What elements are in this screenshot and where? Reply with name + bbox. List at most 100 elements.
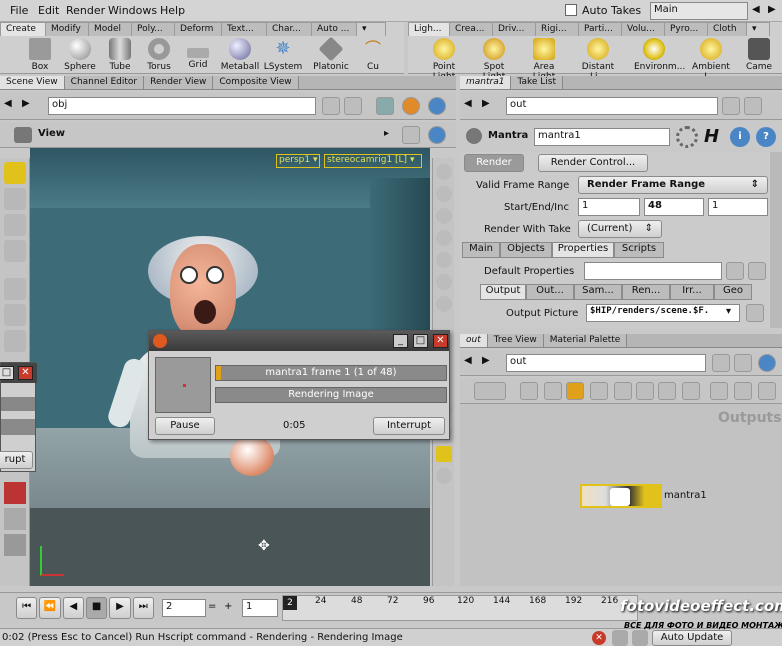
help-icon[interactable]: [428, 97, 446, 115]
tab-composite-view[interactable]: Composite View: [213, 76, 299, 89]
back-icon[interactable]: ◀: [4, 98, 12, 109]
link-icon[interactable]: [344, 97, 362, 115]
node-shape-icon[interactable]: [566, 382, 584, 400]
shelf-tab-auto[interactable]: Auto ...: [311, 22, 357, 36]
tab-output-more[interactable]: Out...: [526, 284, 574, 300]
start-frame-field[interactable]: 1: [578, 198, 640, 216]
end-frame-field[interactable]: 48: [644, 198, 704, 216]
eye-icon[interactable]: [436, 468, 452, 484]
cancel-icon[interactable]: ✕: [592, 631, 606, 645]
shelf-tab-text[interactable]: Text...: [221, 22, 267, 36]
tab-menu-icon[interactable]: [544, 382, 562, 400]
tab-properties[interactable]: Properties: [552, 242, 614, 258]
forward-icon[interactable]: ▶: [22, 98, 30, 109]
frame-decrement-icon[interactable]: =: [208, 601, 216, 612]
menu-file[interactable]: File: [10, 4, 28, 17]
camera-menu[interactable]: persp1 ▾: [276, 154, 320, 168]
partial-interrupt-button[interactable]: rupt: [0, 451, 33, 469]
net-forward-icon[interactable]: ▶: [482, 355, 490, 366]
tab-scripts[interactable]: Scripts: [614, 242, 664, 258]
view-icon[interactable]: [14, 127, 32, 143]
play-icon[interactable]: ▶: [109, 597, 131, 619]
layout-icon[interactable]: [590, 382, 608, 400]
tab-sampling[interactable]: Sam...: [574, 284, 622, 300]
shelf-tab-pyro[interactable]: Pyro...: [664, 22, 708, 36]
properties-menu-icon[interactable]: [726, 262, 744, 280]
param-help-icon[interactable]: ?: [756, 127, 776, 147]
inc-frame-field[interactable]: 1: [708, 198, 768, 216]
zoom-icon[interactable]: [710, 382, 728, 400]
tab-scene-view[interactable]: Scene View: [0, 76, 65, 89]
pin-icon[interactable]: [322, 97, 340, 115]
gear-icon[interactable]: [676, 126, 698, 148]
view-options-icon[interactable]: [436, 252, 452, 268]
tab-irradiance[interactable]: Irr...: [670, 284, 714, 300]
network-box-icon[interactable]: [636, 382, 654, 400]
shelf-tab-char[interactable]: Char...: [266, 22, 312, 36]
tab-take-list[interactable]: Take List: [511, 76, 564, 89]
scale-tool-icon[interactable]: [4, 240, 26, 262]
grid-snap-icon[interactable]: [682, 382, 700, 400]
shelf-tab-drive[interactable]: Driv...: [492, 22, 536, 36]
net-back-icon[interactable]: ◀: [464, 355, 472, 366]
light-display-icon[interactable]: [436, 208, 452, 224]
param-link-icon[interactable]: [744, 97, 762, 115]
shelf-right-menu-icon[interactable]: ▾: [746, 22, 770, 36]
render-sphere-icon[interactable]: [402, 97, 420, 115]
wireframe-icon[interactable]: [436, 164, 452, 180]
shelf-tab-rigid[interactable]: Rigi...: [535, 22, 579, 36]
mantra-node[interactable]: [580, 484, 662, 508]
shelf-tab-volume[interactable]: Volu...: [621, 22, 665, 36]
tab-geometry[interactable]: Geo: [714, 284, 752, 300]
net-link-icon[interactable]: [734, 354, 752, 372]
tool-camera[interactable]: Came: [742, 38, 776, 72]
rotate-tool-icon[interactable]: [4, 214, 26, 236]
performance-icon[interactable]: [612, 630, 628, 646]
shelf-tab-cloth[interactable]: Cloth: [707, 22, 747, 36]
frame-increment-icon[interactable]: +: [224, 601, 232, 612]
align-icon[interactable]: [658, 382, 676, 400]
snap-icon[interactable]: [4, 508, 26, 530]
tool-environment-light[interactable]: Environm...: [634, 38, 685, 72]
shelf-tab-deform[interactable]: Deform: [174, 22, 222, 36]
desktop-next-icon[interactable]: ▶: [768, 4, 776, 15]
normal-display-icon[interactable]: [436, 296, 452, 312]
view-help-icon[interactable]: [428, 126, 446, 144]
cache-icon[interactable]: [632, 630, 648, 646]
shelf-tab-poly[interactable]: Poly...: [131, 22, 175, 36]
network-editor[interactable]: Outputs mantra1: [460, 404, 782, 586]
pose-tool-icon[interactable]: [4, 330, 26, 352]
file-chooser-icon[interactable]: [746, 304, 764, 322]
auto-update-select[interactable]: Auto Update: [652, 630, 732, 646]
shading-icon[interactable]: [436, 186, 452, 202]
menu-edit[interactable]: Edit: [38, 4, 59, 17]
shelf-tab-particles[interactable]: Parti...: [578, 22, 622, 36]
point-display-icon[interactable]: [436, 274, 452, 290]
display-options-icon[interactable]: [402, 126, 420, 144]
interrupt-button[interactable]: Interrupt: [373, 417, 445, 435]
select-tool-icon[interactable]: [4, 162, 26, 184]
pause-button[interactable]: Pause: [155, 417, 215, 435]
stereo-camera-menu[interactable]: stereocamrig1 [L] ▾: [324, 154, 422, 168]
tab-output[interactable]: Output: [480, 284, 526, 300]
param-path-field[interactable]: out: [506, 97, 718, 115]
stop-icon[interactable]: ■: [85, 597, 108, 619]
shelf-tab-modify[interactable]: Modify: [45, 22, 89, 36]
network-path-field[interactable]: out: [506, 354, 706, 372]
view-menu-icon[interactable]: ▸: [384, 128, 389, 139]
tab-main[interactable]: Main: [462, 242, 500, 258]
tab-tree-view[interactable]: Tree View: [487, 334, 544, 347]
shelf-tab-lights[interactable]: Ligh...: [408, 22, 450, 36]
param-scrollbar[interactable]: [770, 152, 782, 328]
menu-windows[interactable]: Windows: [108, 4, 157, 17]
move-tool-icon[interactable]: [4, 188, 26, 210]
net-pin-icon[interactable]: [712, 354, 730, 372]
node-name-field[interactable]: mantra1: [534, 128, 670, 146]
tab-render-view[interactable]: Render View: [144, 76, 214, 89]
info-icon[interactable]: i: [730, 127, 750, 147]
pointer-tool-icon[interactable]: [4, 278, 26, 300]
auto-takes-checkbox[interactable]: [565, 4, 577, 16]
net-help-icon[interactable]: [758, 354, 776, 372]
scene-path-field[interactable]: obj: [48, 97, 316, 115]
cube-icon[interactable]: [376, 97, 394, 115]
